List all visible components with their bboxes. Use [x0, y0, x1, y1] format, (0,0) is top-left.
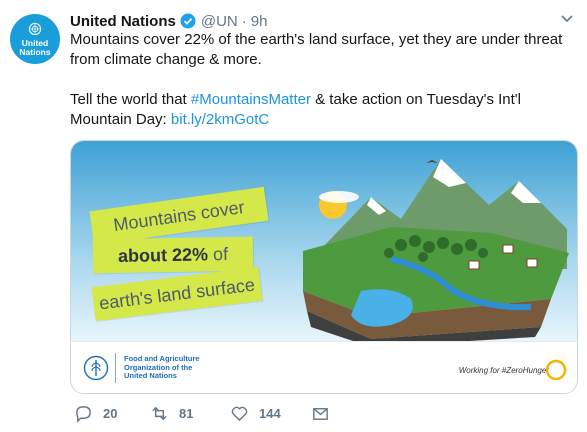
reply-button[interactable]: 20: [74, 404, 117, 423]
text-segment: Tell the world that: [70, 91, 191, 108]
fao-divider: [115, 353, 116, 383]
tweet-header: United Nations @UN · 9h: [70, 11, 267, 31]
banner-text-2: of: [212, 243, 229, 264]
banner-line-2: about 22% of: [92, 236, 254, 274]
author-handle[interactable]: @UN: [201, 13, 238, 30]
like-count: 144: [259, 406, 281, 421]
card-footer: Food and Agriculture Organization of the…: [71, 341, 577, 393]
tweet-actions: 20 81 144: [70, 404, 370, 424]
retweet-count: 81: [179, 406, 194, 421]
un-emblem-icon: [28, 22, 42, 36]
hashtag-link[interactable]: #MountainsMatter: [191, 91, 311, 108]
tweet-text-line-2: Tell the world that #MountainsMatter & t…: [70, 90, 570, 130]
envelope-icon: [313, 408, 328, 420]
fao-logo: Food and Agriculture Organization of the…: [83, 353, 200, 383]
reply-icon: [76, 406, 91, 423]
avatar[interactable]: United Nations: [10, 14, 60, 64]
tweet-text: Mountains cover 22% of the earth's land …: [70, 30, 570, 130]
fao-emblem-icon: [83, 355, 109, 381]
like-button[interactable]: 144: [230, 404, 281, 423]
message-button[interactable]: [311, 404, 340, 423]
fao-name: Food and Agriculture Organization of the…: [124, 354, 200, 381]
heart-icon: [231, 406, 248, 422]
author-name[interactable]: United Nations: [70, 13, 176, 30]
zero-hunger-ring-icon: [545, 359, 567, 381]
tweet-text-line: Mountains cover 22% of the earth's land …: [70, 31, 563, 68]
retweet-icon: [152, 406, 167, 421]
zero-hunger-text: Working for #ZeroHunger: [458, 365, 549, 375]
url-link[interactable]: bit.ly/2kmGotC: [171, 111, 269, 128]
retweet-button[interactable]: 81: [150, 404, 193, 423]
verified-badge-icon: [180, 13, 196, 29]
media-card[interactable]: Mountains cover about 22% of earth's land…: [70, 140, 578, 394]
chevron-down-icon[interactable]: [561, 15, 573, 23]
separator-dot: ·: [241, 12, 247, 30]
timestamp[interactable]: 9h: [251, 13, 268, 30]
avatar-text: United Nations: [19, 38, 51, 57]
banner-bold-text: about 22%: [117, 243, 209, 266]
zero-hunger-logo: Working for #ZeroHunger: [459, 359, 567, 381]
reply-count: 20: [103, 406, 118, 421]
